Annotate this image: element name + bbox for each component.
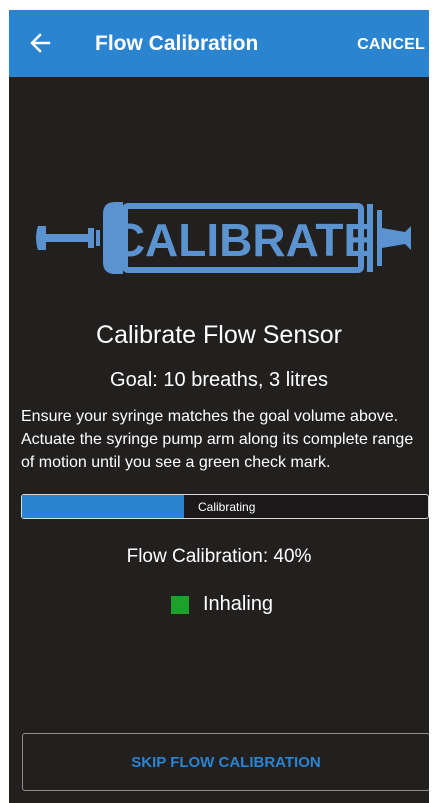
instructions-text: Ensure your syringe matches the goal vol… (21, 408, 414, 471)
goal-text: Goal: 10 breaths, 3 litres (110, 369, 328, 391)
status-label: Inhaling (203, 593, 274, 615)
calibrate-graphic-text: CALIBRATE (112, 214, 374, 266)
app-bar: Flow Calibration CANCEL (9, 10, 429, 77)
syringe-icon: CALIBRATE (36, 202, 411, 274)
progress-fill (22, 495, 185, 518)
progress-label: Calibrating (198, 500, 256, 514)
skip-flow-calibration-button[interactable]: SKIP FLOW CALIBRATION (22, 733, 429, 791)
app-screen: Flow Calibration CANCEL CALIBRATE Calibr… (9, 10, 429, 803)
calibration-percent: Flow Calibration: 40% (126, 546, 312, 567)
cancel-button[interactable]: CANCEL (357, 36, 425, 54)
status-indicator (171, 595, 189, 614)
breath-status: Inhaling (171, 593, 273, 616)
syringe-graphic: CALIBRATE (33, 188, 413, 288)
back-button[interactable] (21, 24, 59, 62)
section-heading: Calibrate Flow Sensor (96, 321, 342, 349)
arrow-left-icon (30, 33, 51, 53)
calibration-progress-bar: Calibrating (21, 494, 429, 519)
page-title: Flow Calibration (95, 32, 259, 55)
